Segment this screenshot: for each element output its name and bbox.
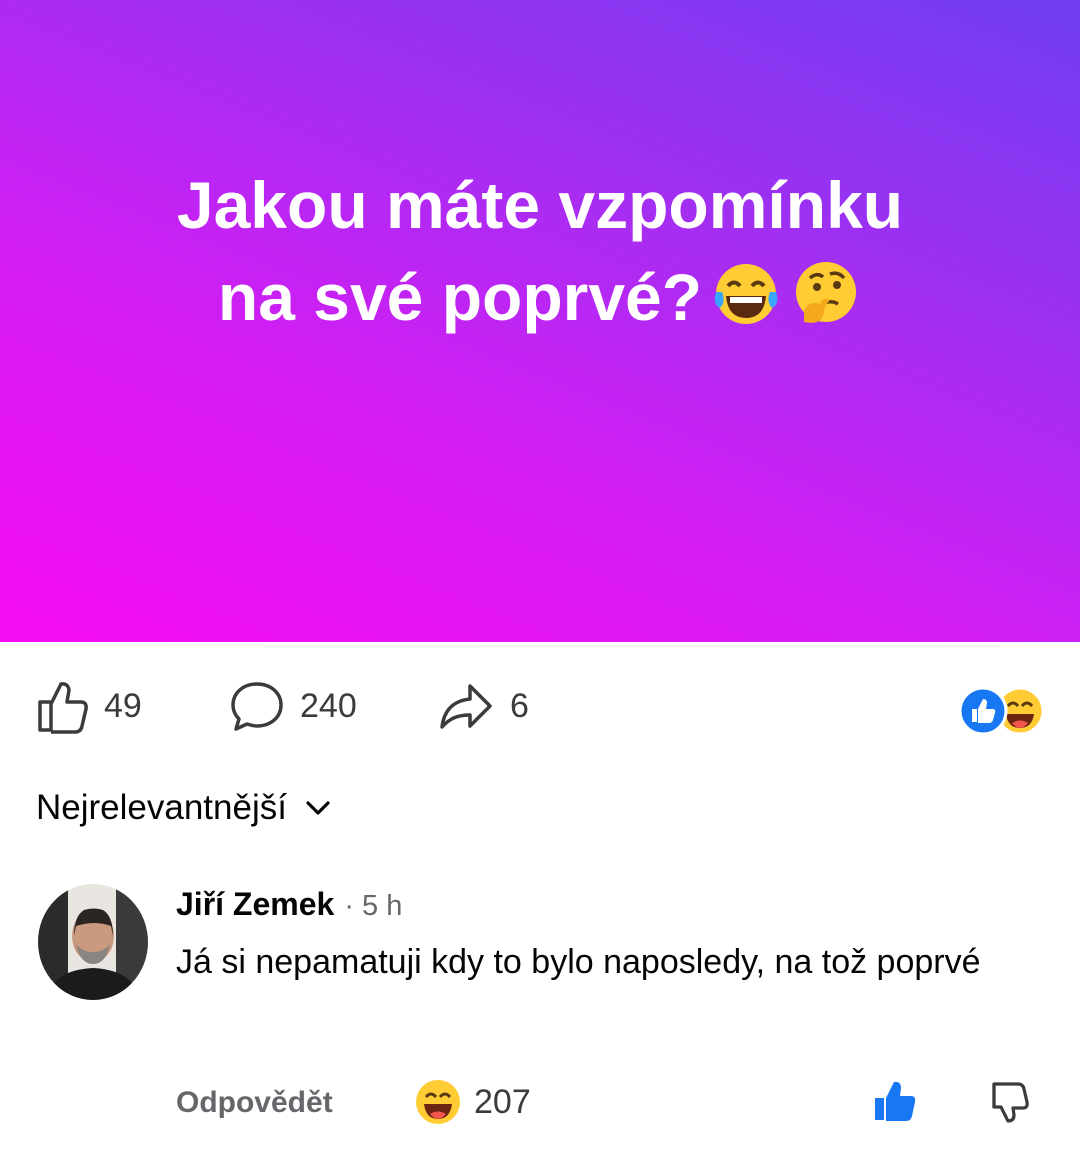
comment-actions: Odpovědět 207 [176, 1078, 1046, 1128]
like-button[interactable]: 49 [36, 678, 142, 734]
comment-author[interactable]: Jiří Zemek [176, 886, 334, 923]
post-question-line-1: Jakou máte vzpomínku [176, 168, 904, 242]
comment-reaction-count: 207 [474, 1082, 531, 1121]
post-question-line-2-wrap: na své poprvé? [40, 251, 1040, 343]
comment-count: 240 [300, 686, 357, 725]
like-reaction-icon [958, 686, 1008, 736]
comment-text: Já si nepamatuji kdy to bylo naposledy, … [176, 943, 981, 981]
share-count: 6 [510, 686, 529, 725]
chevron-down-icon [306, 801, 330, 815]
sort-label: Nejrelevantnější [36, 788, 287, 827]
comment-timestamp: · 5 h [344, 890, 403, 922]
thumbs-down-outline-icon[interactable] [988, 1080, 1032, 1124]
post-question-line-2: na své poprvé? [217, 260, 703, 334]
comment-header: Jiří Zemek · 5 h [176, 886, 402, 923]
post-question: Jakou máte vzpomínku na své poprvé? [40, 159, 1040, 343]
avatar[interactable] [38, 884, 148, 1000]
like-count: 49 [104, 686, 142, 725]
reply-button[interactable]: Odpovědět [176, 1086, 333, 1120]
share-button[interactable]: 6 [438, 678, 529, 734]
comment-bubble-icon [231, 682, 283, 731]
comment-reaction-summary[interactable]: 207 [414, 1078, 531, 1126]
post-stats-bar: 49 240 6 [0, 642, 1080, 772]
thinking-face-icon [796, 262, 857, 323]
share-arrow-icon [440, 684, 492, 729]
reaction-summary[interactable] [956, 684, 1046, 738]
comment-sort-dropdown[interactable]: Nejrelevantnější [36, 788, 331, 828]
thumbs-up-filled-icon[interactable] [872, 1078, 918, 1124]
comment-button[interactable]: 240 [228, 678, 357, 734]
post-background-banner: Jakou máte vzpomínku na své poprvé? [0, 0, 1080, 642]
thumbs-up-outline-icon [38, 682, 88, 734]
face-with-tears-of-joy-icon [714, 264, 778, 324]
haha-reaction-icon [416, 1080, 460, 1124]
